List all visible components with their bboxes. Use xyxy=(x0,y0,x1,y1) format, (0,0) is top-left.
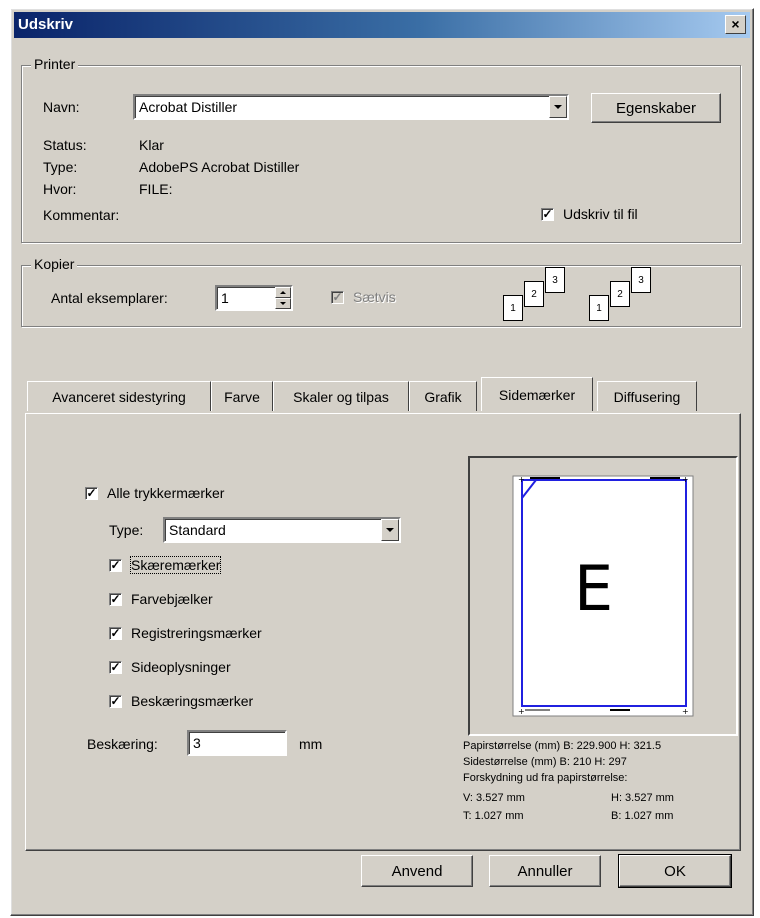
title-bar[interactable]: Udskriv × xyxy=(14,12,750,38)
tab-diffusing[interactable]: Diffusering xyxy=(597,381,697,411)
crop-marks-label[interactable]: Skæremærker xyxy=(129,556,222,574)
page-info-label[interactable]: Sideoplysninger xyxy=(131,659,231,675)
page-preview: + + + + E xyxy=(468,456,738,736)
apply-button[interactable]: Anvend xyxy=(361,855,473,887)
type-label: Type: xyxy=(43,159,78,175)
marks-type-select[interactable]: Standard xyxy=(163,517,401,543)
bleed-marks-label[interactable]: Beskæringsmærker xyxy=(131,693,253,709)
where-value: FILE: xyxy=(139,181,173,197)
svg-text:+: + xyxy=(518,707,525,716)
marks-type-label: Type: xyxy=(109,522,144,538)
registration-marks-label[interactable]: Registreringsmærker xyxy=(131,625,262,641)
collate-checkbox[interactable]: ✓ xyxy=(331,291,344,304)
printer-name-select[interactable]: Acrobat Distiller xyxy=(133,94,569,120)
bleed-input[interactable]: 3 xyxy=(187,730,287,756)
registration-marks-checkbox[interactable]: ✓ xyxy=(109,627,122,640)
offset-bottom: B: 1.027 mm xyxy=(611,810,674,822)
copies-count-value: 1 xyxy=(221,290,229,306)
copies-spinner[interactable] xyxy=(275,287,291,309)
chevron-down-icon[interactable] xyxy=(381,519,399,541)
print-to-file-label[interactable]: Udskriv til fil xyxy=(563,206,638,222)
comment-label: Kommentar: xyxy=(43,207,120,223)
page-icon: 1 xyxy=(503,295,523,321)
spin-up-icon[interactable] xyxy=(275,287,291,298)
print-to-file-checkbox[interactable]: ✓ xyxy=(541,208,554,221)
tab-graphics[interactable]: Grafik xyxy=(409,381,477,411)
page-icon: 1 xyxy=(589,295,609,321)
tab-page-marks[interactable]: Sidemærker xyxy=(481,377,593,411)
page-info-checkbox[interactable]: ✓ xyxy=(109,661,122,674)
offset-left: V: 3.527 mm xyxy=(463,792,525,804)
svg-text:+: + xyxy=(518,475,525,484)
page-icon: 3 xyxy=(545,267,565,293)
bleed-marks-checkbox[interactable]: ✓ xyxy=(109,695,122,708)
bleed-label: Beskæring: xyxy=(87,736,158,752)
properties-button[interactable]: Egenskaber xyxy=(591,93,721,123)
all-marks-label[interactable]: Alle trykkermærker xyxy=(107,485,224,501)
copies-count-input[interactable]: 1 xyxy=(215,285,293,311)
chevron-down-icon[interactable] xyxy=(549,96,567,118)
marks-type-value: Standard xyxy=(169,522,226,538)
close-button[interactable]: × xyxy=(725,15,746,34)
crop-marks-checkbox[interactable]: ✓ xyxy=(109,559,122,572)
page-icon: 2 xyxy=(524,281,544,307)
page-icon: 3 xyxy=(631,267,651,293)
tab-color[interactable]: Farve xyxy=(211,381,273,411)
offset-right: H: 3.527 mm xyxy=(611,792,674,804)
color-bars-label[interactable]: Farvebjælker xyxy=(131,591,213,607)
status-label: Status: xyxy=(43,137,87,153)
offset-heading: Forskydning ud fra papirstørrelse: xyxy=(463,772,628,784)
paper-size-info: Papirstørrelse (mm) B: 229.900 H: 321.5 xyxy=(463,740,662,752)
offset-top: T: 1.027 mm xyxy=(463,810,524,822)
window-title: Udskriv xyxy=(18,16,74,33)
preview-letter: E xyxy=(574,552,614,625)
page-icon: 2 xyxy=(610,281,630,307)
svg-text:+: + xyxy=(682,475,689,484)
cancel-button[interactable]: Annuller xyxy=(489,855,601,887)
where-label: Hvor: xyxy=(43,181,77,197)
printer-group-label: Printer xyxy=(31,56,79,72)
svg-text:+: + xyxy=(682,707,689,716)
printer-name-value: Acrobat Distiller xyxy=(139,99,238,115)
tab-advanced-page-control[interactable]: Avanceret sidestyring xyxy=(27,381,211,411)
bleed-value: 3 xyxy=(193,735,201,751)
ok-button[interactable]: OK xyxy=(618,854,732,888)
collate-label: Sætvis xyxy=(353,289,396,305)
copies-group-label: Kopier xyxy=(31,256,78,272)
status-value: Klar xyxy=(139,137,164,153)
tab-scale-fit[interactable]: Skaler og tilpas xyxy=(273,381,409,411)
page-size-info: Sidestørrelse (mm) B: 210 H: 297 xyxy=(463,756,627,768)
all-marks-checkbox[interactable]: ✓ xyxy=(85,487,98,500)
copies-count-label: Antal eksemplarer: xyxy=(51,290,168,306)
color-bars-checkbox[interactable]: ✓ xyxy=(109,593,122,606)
bleed-unit: mm xyxy=(299,736,323,752)
print-dialog: Udskriv × Printer Navn: Acrobat Distille… xyxy=(10,8,754,916)
spin-down-icon[interactable] xyxy=(275,298,291,309)
type-value: AdobePS Acrobat Distiller xyxy=(139,159,300,175)
printer-name-label: Navn: xyxy=(43,99,80,115)
